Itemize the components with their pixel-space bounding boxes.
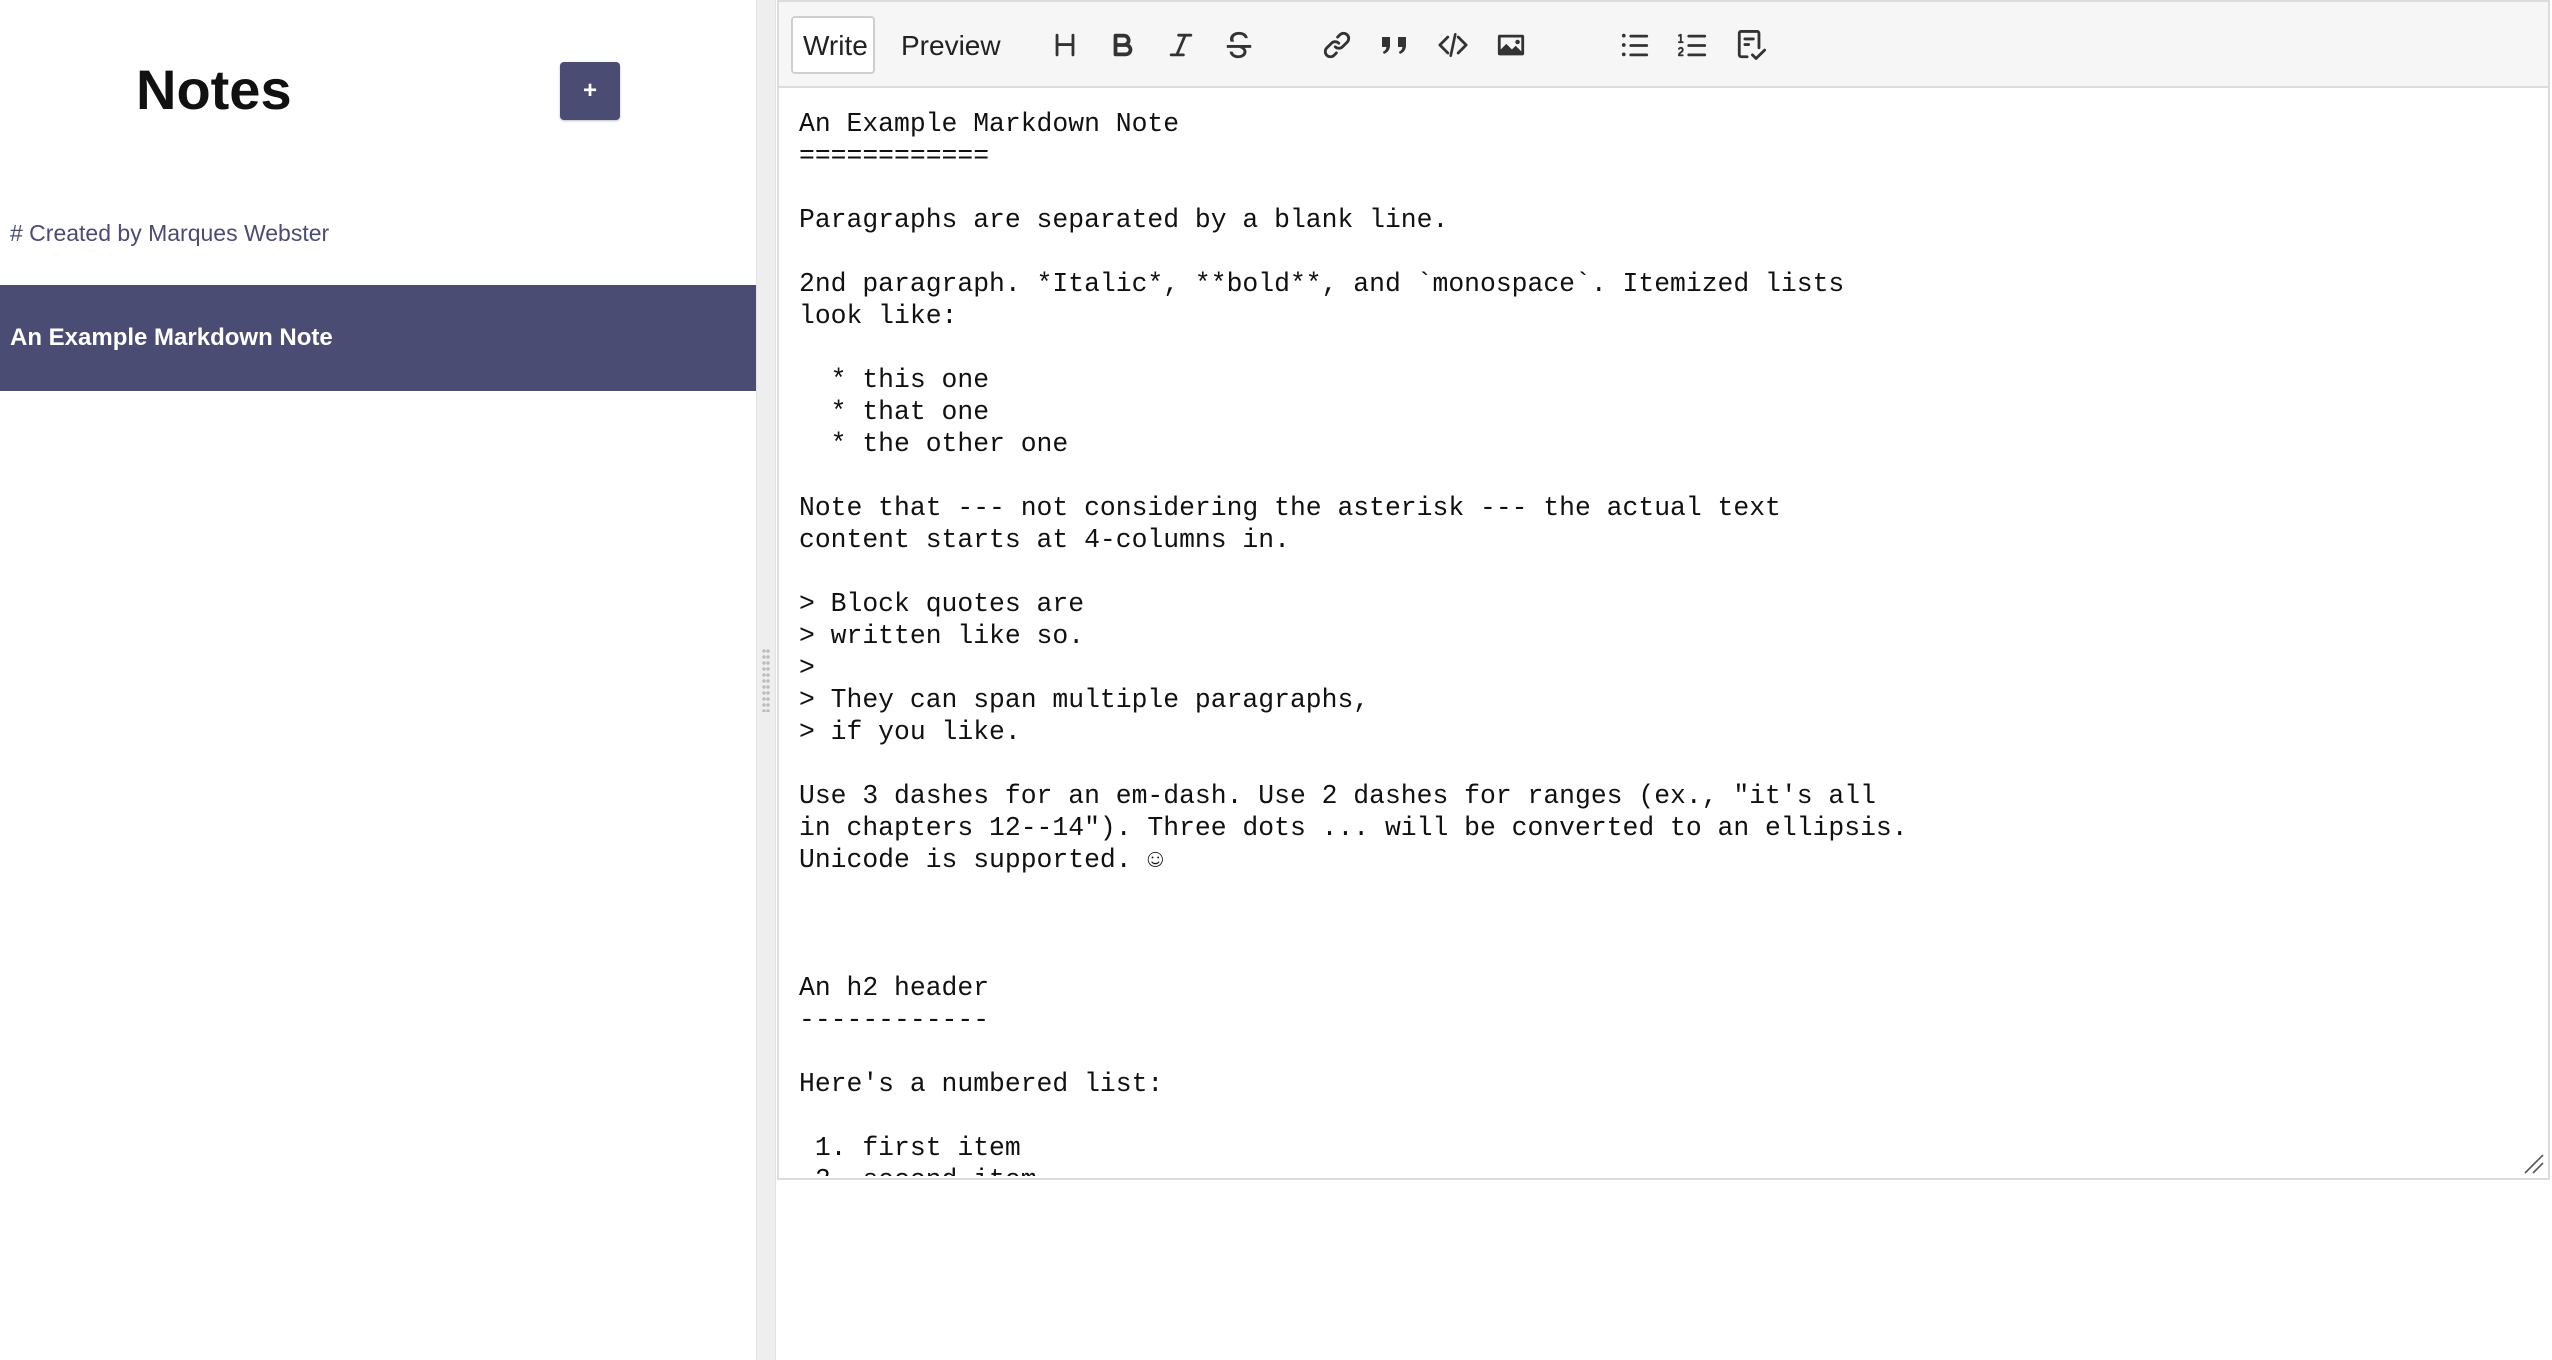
ordered-list-icon[interactable] bbox=[1670, 22, 1716, 68]
markdown-editor: Write Preview An Example Markdown Note =… bbox=[777, 0, 2550, 1180]
add-note-button[interactable]: + bbox=[560, 62, 620, 120]
unordered-list-icon[interactable] bbox=[1612, 22, 1658, 68]
resize-grip-icon[interactable] bbox=[2522, 1152, 2544, 1174]
note-list: An Example Markdown Note bbox=[0, 285, 756, 391]
editor-toolbar: Write Preview bbox=[779, 2, 2548, 88]
tab-preview[interactable]: Preview bbox=[889, 16, 1013, 74]
italic-icon[interactable] bbox=[1158, 22, 1204, 68]
editor-pane: Write Preview An Example Markdown Note =… bbox=[776, 0, 2552, 1360]
checklist-icon[interactable] bbox=[1728, 22, 1774, 68]
image-icon[interactable] bbox=[1488, 22, 1534, 68]
code-icon[interactable] bbox=[1430, 22, 1476, 68]
splitter-grip-icon[interactable] bbox=[762, 648, 770, 712]
markdown-textarea[interactable]: An Example Markdown Note ============ Pa… bbox=[799, 108, 2532, 1176]
sidebar-title: Notes bbox=[136, 58, 292, 121]
quote-icon[interactable] bbox=[1372, 22, 1418, 68]
pane-splitter[interactable] bbox=[756, 0, 776, 1360]
sidebar-meta: # Created by Marques Webster bbox=[10, 220, 330, 246]
sidebar: Notes + # Created by Marques Webster An … bbox=[0, 0, 756, 1360]
bold-icon[interactable] bbox=[1100, 22, 1146, 68]
heading-icon[interactable] bbox=[1042, 22, 1088, 68]
link-icon[interactable] bbox=[1314, 22, 1360, 68]
tab-write[interactable]: Write bbox=[791, 16, 875, 74]
strikethrough-icon[interactable] bbox=[1216, 22, 1262, 68]
notes-app: Notes + # Created by Marques Webster An … bbox=[0, 0, 2552, 1360]
note-list-item-selected[interactable]: An Example Markdown Note bbox=[0, 285, 756, 391]
